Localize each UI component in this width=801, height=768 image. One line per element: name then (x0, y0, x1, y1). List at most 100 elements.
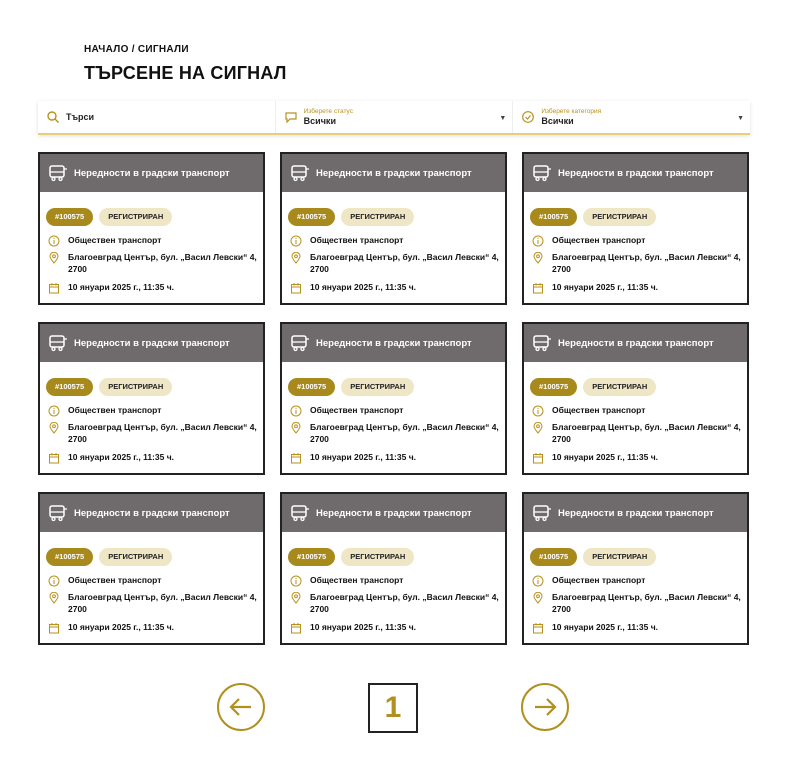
signal-card[interactable]: Нередности в градски транспорт #100575 РЕ… (522, 152, 749, 305)
signal-card[interactable]: Нередности в градски транспорт #100575 РЕ… (38, 492, 265, 645)
bus-icon (532, 334, 552, 352)
card-title: Нередности в градски транспорт (74, 167, 230, 179)
info-icon (290, 234, 302, 247)
signal-card[interactable]: Нередности в градски транспорт #100575 РЕ… (522, 322, 749, 475)
filter-bar: Изберете статус Всички ▼ Изберете катего… (38, 101, 750, 135)
status-select-label: Изберете статус (303, 107, 353, 115)
category-select[interactable]: Изберете категория Всички ▼ (512, 101, 750, 133)
calendar-icon (290, 281, 302, 294)
card-address: Благоевград Център, бул. „Васил Левски“ … (310, 592, 499, 614)
calendar-icon (532, 621, 544, 634)
location-pin-icon (290, 251, 302, 264)
location-pin-icon (48, 251, 60, 264)
info-icon (48, 404, 60, 417)
location-pin-icon (48, 591, 60, 604)
next-page-button[interactable] (521, 683, 569, 731)
calendar-icon (290, 451, 302, 464)
calendar-icon (48, 281, 60, 294)
chevron-down-icon: ▼ (737, 115, 745, 122)
info-icon (290, 404, 302, 417)
page-title: ТЪРСЕНЕ НА СИГНАЛ (84, 63, 287, 83)
card-date: 10 януари 2025 г., 11:35 ч. (310, 282, 417, 292)
chevron-down-icon: ▼ (499, 115, 507, 122)
bus-icon (48, 334, 68, 352)
signal-id-badge: #100575 (530, 208, 578, 226)
status-badge: РЕГИСТРИРАН (583, 548, 657, 566)
search-icon (46, 110, 60, 124)
status-badge: РЕГИСТРИРАН (341, 548, 415, 566)
signal-card[interactable]: Нередности в градски транспорт #100575 РЕ… (280, 322, 507, 475)
card-category: Обществен транспорт (310, 575, 404, 585)
card-date: 10 януари 2025 г., 11:35 ч. (552, 622, 659, 632)
calendar-icon (532, 281, 544, 294)
location-pin-icon (532, 421, 544, 434)
info-icon (48, 234, 60, 247)
status-badge: РЕГИСТРИРАН (341, 378, 415, 396)
status-badge: РЕГИСТРИРАН (99, 378, 173, 396)
card-address: Благоевград Център, бул. „Васил Левски“ … (310, 422, 499, 444)
signal-card[interactable]: Нередности в градски транспорт #100575 РЕ… (280, 152, 507, 305)
bus-icon (290, 334, 310, 352)
card-date: 10 януари 2025 г., 11:35 ч. (68, 282, 175, 292)
card-address: Благоевград Център, бул. „Васил Левски“ … (552, 592, 741, 614)
location-pin-icon (532, 251, 544, 264)
search-filter[interactable] (38, 101, 275, 133)
card-title: Нередности в градски транспорт (558, 337, 714, 349)
signal-card[interactable]: Нередности в градски транспорт #100575 РЕ… (280, 492, 507, 645)
card-category: Обществен транспорт (552, 405, 646, 415)
signal-card[interactable]: Нередности в градски транспорт #100575 РЕ… (38, 152, 265, 305)
pagination: 1 (0, 683, 801, 733)
card-category: Обществен транспорт (310, 235, 404, 245)
card-date: 10 януари 2025 г., 11:35 ч. (68, 622, 175, 632)
info-icon (532, 574, 544, 587)
card-category: Обществен транспорт (68, 575, 162, 585)
card-address: Благоевград Център, бул. „Васил Левски“ … (310, 252, 499, 274)
search-input[interactable] (66, 112, 246, 122)
location-pin-icon (290, 421, 302, 434)
category-select-label: Изберете категория (541, 107, 602, 115)
card-category: Обществен транспорт (68, 405, 162, 415)
calendar-icon (290, 621, 302, 634)
status-badge: РЕГИСТРИРАН (99, 548, 173, 566)
card-category: Обществен транспорт (552, 575, 646, 585)
card-category: Обществен транспорт (310, 405, 404, 415)
card-title: Нередности в градски транспорт (558, 507, 714, 519)
chat-icon (284, 110, 298, 124)
arrow-left-icon (229, 698, 251, 716)
category-select-value: Всички (541, 115, 574, 126)
card-address: Благоевград Център, бул. „Васил Левски“ … (552, 422, 741, 444)
status-badge: РЕГИСТРИРАН (583, 208, 657, 226)
breadcrumb[interactable]: НАЧАЛО / СИГНАЛИ (84, 44, 189, 55)
status-badge: РЕГИСТРИРАН (341, 208, 415, 226)
info-icon (532, 234, 544, 247)
bus-icon (532, 504, 552, 522)
card-title: Нередности в градски транспорт (316, 337, 472, 349)
info-icon (48, 574, 60, 587)
arrow-right-icon (535, 698, 557, 716)
location-pin-icon (290, 591, 302, 604)
card-address: Благоевград Център, бул. „Васил Левски“ … (552, 252, 741, 274)
card-address: Благоевград Център, бул. „Васил Левски“ … (68, 252, 257, 274)
card-date: 10 януари 2025 г., 11:35 ч. (310, 452, 417, 462)
page-number-current[interactable]: 1 (368, 683, 418, 733)
previous-page-button[interactable] (217, 683, 265, 731)
card-date: 10 януари 2025 г., 11:35 ч. (552, 282, 659, 292)
card-title: Нередности в градски транспорт (74, 507, 230, 519)
status-select[interactable]: Изберете статус Всички ▼ (274, 101, 513, 133)
signal-card[interactable]: Нередности в градски транспорт #100575 РЕ… (522, 492, 749, 645)
card-date: 10 януари 2025 г., 11:35 ч. (310, 622, 417, 632)
location-pin-icon (532, 591, 544, 604)
signal-card[interactable]: Нередности в градски транспорт #100575 РЕ… (38, 322, 265, 475)
status-badge: РЕГИСТРИРАН (99, 208, 173, 226)
status-select-value: Всички (303, 115, 336, 126)
card-date: 10 януари 2025 г., 11:35 ч. (68, 452, 175, 462)
calendar-icon (48, 451, 60, 464)
calendar-icon (48, 621, 60, 634)
check-circle-icon (521, 110, 535, 124)
bus-icon (290, 504, 310, 522)
bus-icon (532, 164, 552, 182)
card-title: Нередности в градски транспорт (74, 337, 230, 349)
info-icon (532, 404, 544, 417)
card-title: Нередности в градски транспорт (558, 167, 714, 179)
card-title: Нередности в градски транспорт (316, 507, 472, 519)
